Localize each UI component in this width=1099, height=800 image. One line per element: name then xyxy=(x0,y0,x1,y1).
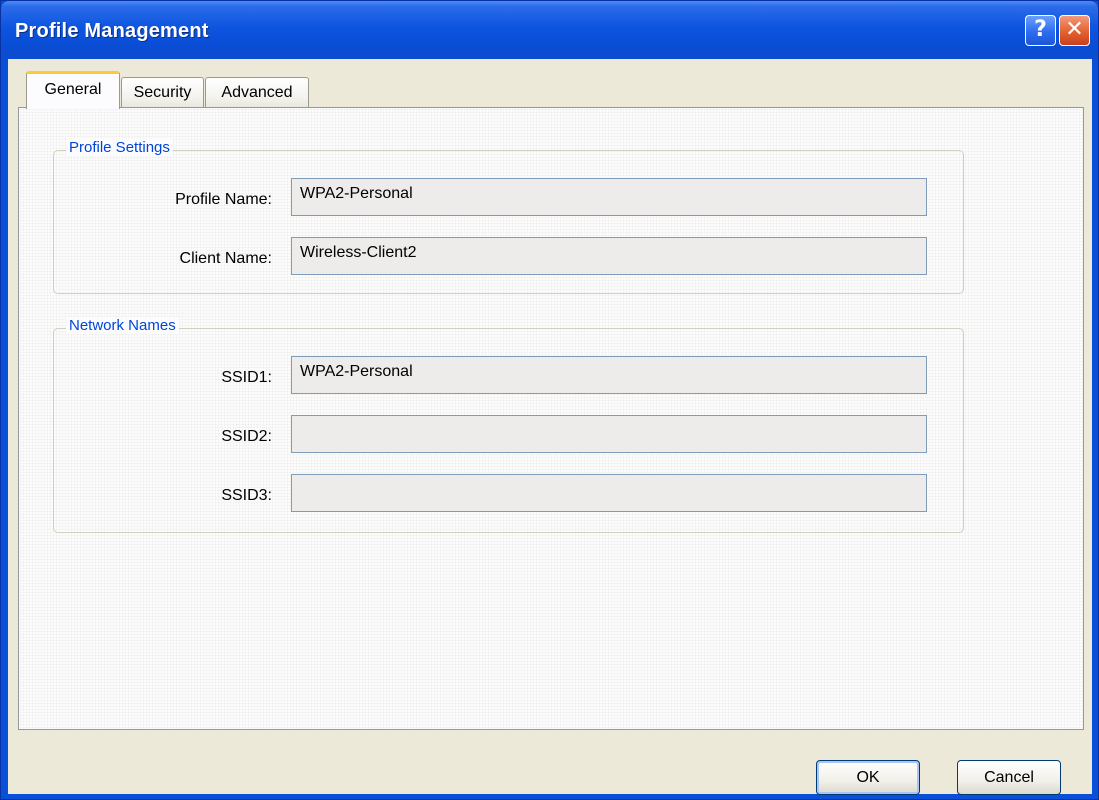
tab-general[interactable]: General xyxy=(26,71,120,109)
profile-management-window: Profile Management ? ✕ General Security … xyxy=(0,0,1099,800)
ssid3-field[interactable] xyxy=(291,474,927,512)
ssid2-field[interactable] xyxy=(291,415,927,453)
ok-button[interactable]: OK xyxy=(816,760,920,795)
close-button[interactable]: ✕ xyxy=(1059,15,1090,46)
client-name-label: Client Name: xyxy=(179,250,272,267)
network-names-group: Network Names SSID1: WPA2-Personal SSID2… xyxy=(53,317,964,533)
window-title: Profile Management xyxy=(15,20,209,42)
close-icon: ✕ xyxy=(1065,17,1084,42)
tab-security[interactable]: Security xyxy=(121,77,204,109)
profile-name-field[interactable]: WPA2-Personal xyxy=(291,178,927,216)
profile-settings-group: Profile Settings Profile Name: WPA2-Pers… xyxy=(53,139,964,294)
help-button[interactable]: ? xyxy=(1025,15,1056,46)
ssid3-label: SSID3: xyxy=(221,487,272,504)
network-names-legend: Network Names xyxy=(66,317,179,334)
profile-settings-legend: Profile Settings xyxy=(66,139,173,156)
tab-advanced[interactable]: Advanced xyxy=(205,77,309,109)
client-name-field[interactable]: Wireless-Client2 xyxy=(291,237,927,275)
dialog-body: General Security Advanced Profile Settin… xyxy=(8,59,1092,795)
ssid1-field[interactable]: WPA2-Personal xyxy=(291,356,927,394)
help-icon: ? xyxy=(1034,17,1047,42)
title-bar[interactable]: Profile Management ? ✕ xyxy=(1,1,1098,59)
general-tab-panel: Profile Settings Profile Name: WPA2-Pers… xyxy=(18,107,1084,730)
ssid1-label: SSID1: xyxy=(221,369,272,386)
profile-name-label: Profile Name: xyxy=(175,191,272,208)
ssid2-label: SSID2: xyxy=(221,428,272,445)
cancel-button[interactable]: Cancel xyxy=(957,760,1061,795)
